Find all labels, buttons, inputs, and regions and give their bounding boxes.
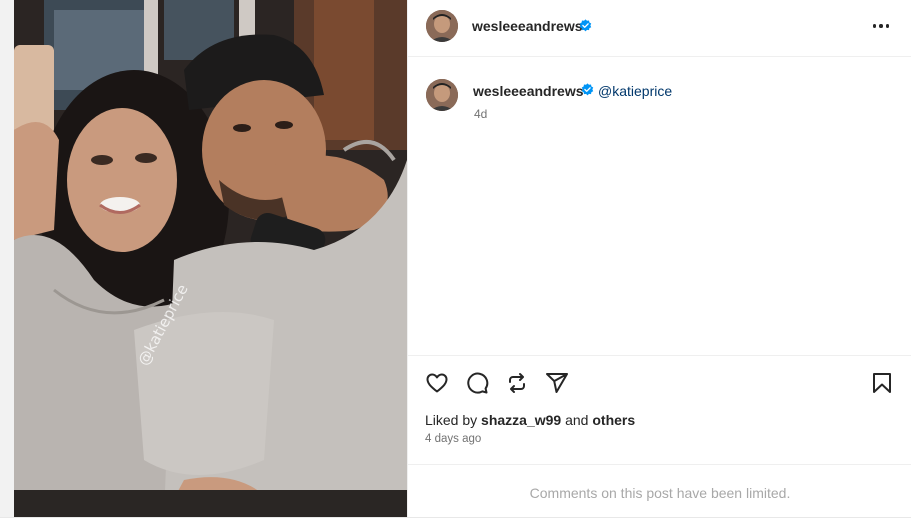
post-modal: @katieprice wesleeeandrews wesleeeandrew…: [0, 0, 911, 517]
likes-joiner: and: [565, 412, 589, 428]
author-username[interactable]: wesleeeandrews: [472, 18, 583, 34]
repost-icon[interactable]: [505, 371, 529, 395]
post-photo[interactable]: @katieprice: [14, 0, 407, 517]
heart-icon[interactable]: [425, 371, 449, 395]
comment-icon[interactable]: [465, 371, 489, 395]
photo-illustration: [14, 0, 407, 517]
comments-limited-notice: Comments on this post have been limited.: [529, 485, 791, 501]
post-timestamp[interactable]: 4 days ago: [425, 433, 481, 445]
post-actions: [408, 355, 911, 408]
likes-prefix: Liked by: [425, 412, 478, 428]
modal-gutter: [0, 0, 14, 517]
caption-mention-link[interactable]: @katieprice: [598, 83, 672, 99]
caption-author-username[interactable]: wesleeeandrews: [473, 83, 584, 99]
caption-verified-badge-icon: [581, 83, 594, 96]
caption-age[interactable]: 4d: [474, 107, 487, 121]
verified-badge-icon: [579, 19, 592, 32]
liked-by-user-link[interactable]: shazza_w99: [481, 412, 561, 428]
more-options-icon[interactable]: [868, 15, 894, 37]
author-avatar[interactable]: [426, 10, 458, 42]
likes-summary: Liked by shazza_w99 and others: [425, 412, 635, 428]
bookmark-icon[interactable]: [870, 371, 894, 395]
post-header: wesleeeandrews: [408, 0, 911, 57]
likes-others-link[interactable]: others: [592, 412, 635, 428]
caption-author-avatar[interactable]: [426, 79, 458, 111]
comments-section: Comments on this post have been limited.: [408, 464, 911, 518]
post-details-panel: wesleeeandrews wesleeeandrews @katiepric…: [407, 0, 911, 517]
share-icon[interactable]: [545, 371, 569, 395]
